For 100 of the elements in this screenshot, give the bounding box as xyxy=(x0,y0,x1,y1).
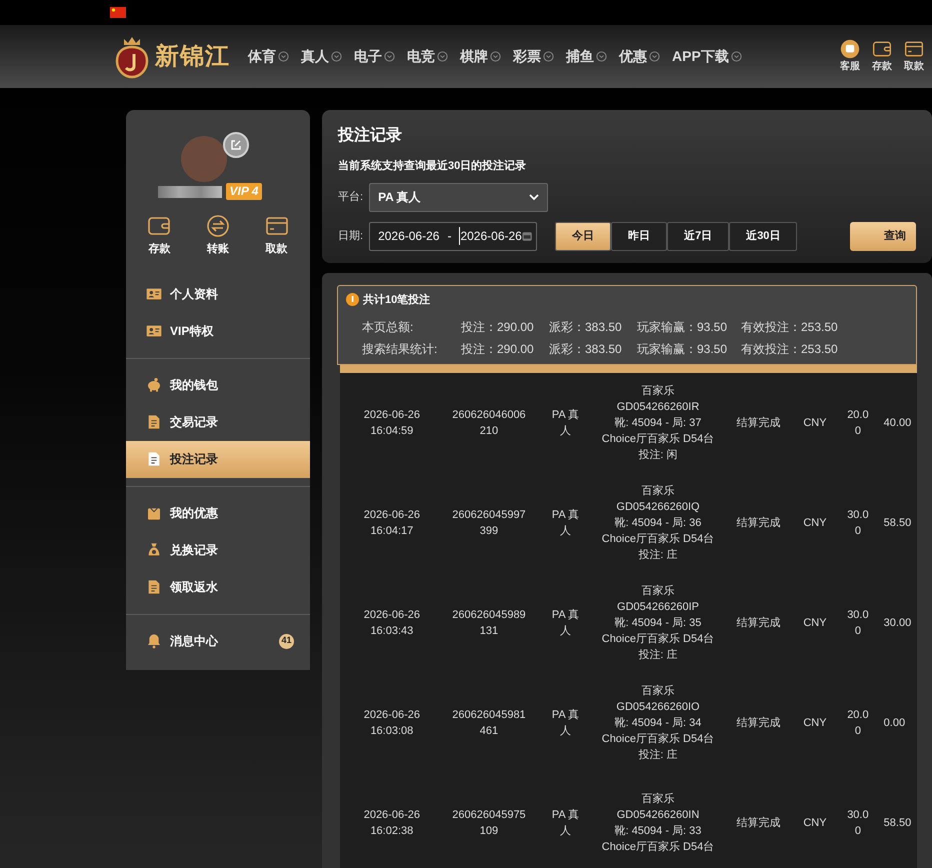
table-cell-text: 结算完成 xyxy=(736,716,782,731)
table-cell-text: 260626045997399 xyxy=(451,508,527,539)
table-cell-text: PA 真人 xyxy=(550,808,580,839)
sidebar-menu-item[interactable]: 领取返水 xyxy=(126,568,310,606)
chevron-down-icon xyxy=(331,51,342,62)
table-cell-text: 260626045981461 xyxy=(451,708,527,739)
sidebar-menu-item[interactable]: 投注记录 xyxy=(126,440,310,478)
table-cell-text: 百家乐 GD054266260IN 靴: 45094 - 局: 33 Choice厅百家乐 D54台 xyxy=(600,792,716,855)
header-action-button[interactable]: 取款 xyxy=(900,39,928,74)
chevron-down-icon xyxy=(529,193,540,201)
table-cell-text: 260626046006210 xyxy=(451,408,527,439)
table-cell-text: 58.50 xyxy=(884,516,912,531)
wallet-icon xyxy=(872,39,892,59)
table-cell-text: 2026-06-26 16:02:38 xyxy=(362,808,421,839)
table-cell-text: 2026-06-26 16:03:43 xyxy=(362,608,421,639)
header-action-button[interactable]: 存款 xyxy=(868,39,896,74)
table-cell-text: PA 真人 xyxy=(550,608,580,639)
table-cell-text: 260626045975109 xyxy=(451,808,527,839)
summary-value: 投注：290.00 xyxy=(461,319,535,336)
sidebar-menu-item[interactable]: 个人资料 xyxy=(126,276,310,312)
summary-value: 投注：290.00 xyxy=(461,341,535,358)
field-label: 日期: xyxy=(338,228,364,244)
summary-value: 玩家输赢：93.50 xyxy=(637,341,728,358)
nav-link[interactable]: 捕鱼 xyxy=(566,46,607,67)
table-cell-text: CNY xyxy=(802,816,828,831)
sidebar-menu-item[interactable]: 我的优惠 xyxy=(126,494,310,532)
sidebar-menu-item[interactable]: VIP特权 xyxy=(126,312,310,350)
date-range-tab[interactable]: 今日 xyxy=(555,222,612,250)
record-count: 共计10笔投注 xyxy=(363,292,430,308)
chevron-down-icon xyxy=(649,51,660,62)
piggy-bank-icon xyxy=(146,377,162,393)
blurred-username xyxy=(158,186,222,198)
bag-icon xyxy=(146,505,162,521)
date-range-tab[interactable]: 近7日 xyxy=(667,222,730,250)
summary-value: 有效投注：253.50 xyxy=(741,341,839,358)
table-cell-text: 58.50 xyxy=(884,816,912,831)
nav-link[interactable]: 彩票 xyxy=(513,46,554,67)
avatar xyxy=(181,136,227,182)
date-range-field[interactable]: 2026-06-26 - 2026-06-26 xyxy=(369,222,538,250)
document-icon xyxy=(146,451,162,467)
nav-link[interactable]: 真人 xyxy=(301,46,342,67)
quick-action-button[interactable]: 存款 xyxy=(137,214,182,258)
chat-icon xyxy=(840,39,860,59)
chevron-down-icon xyxy=(437,51,448,62)
table-cell-text: 30.00 xyxy=(846,508,870,539)
table-cell-text: 260626045989131 xyxy=(451,608,527,639)
table-cell-text: 30.00 xyxy=(884,616,912,631)
summary-value: 派彩：383.50 xyxy=(549,341,623,358)
sidebar-menu-item[interactable]: 我的钱包 xyxy=(126,366,310,404)
sidebar-menu-item[interactable]: 交易记录 xyxy=(126,404,310,440)
table-cell-text: CNY xyxy=(802,416,828,431)
notice-text: 当前系统支持查询最近30日的投注记录 xyxy=(338,158,528,174)
nav-link[interactable]: 体育 xyxy=(248,46,289,67)
document-icon xyxy=(146,414,162,430)
calendar-icon xyxy=(522,230,532,242)
table-cell-text: PA 真人 xyxy=(550,508,580,539)
id-card-icon xyxy=(146,286,162,302)
nav-link[interactable]: 优惠 xyxy=(619,46,660,67)
chevron-down-icon xyxy=(278,51,289,62)
table-cell-text: CNY xyxy=(802,616,828,631)
table-cell-text: PA 真人 xyxy=(550,408,580,439)
field-label: 平台: xyxy=(338,190,364,205)
summary-value: 派彩：383.50 xyxy=(549,319,623,336)
sidebar-menu-item[interactable]: 兑换记录 xyxy=(126,532,310,568)
nav-link[interactable]: 电竞 xyxy=(407,46,448,67)
logo-text: 新锦江 xyxy=(155,42,230,72)
header-action-button[interactable]: 客服 xyxy=(836,39,864,74)
count-badge: 41 xyxy=(279,634,294,648)
table-cell-text: 40.00 xyxy=(884,416,912,431)
sidebar-menu-item[interactable]: 消息中心 41 xyxy=(126,622,310,660)
table-cell-text: 20.00 xyxy=(846,708,870,739)
transfer-icon xyxy=(206,214,230,238)
money-bag-icon xyxy=(146,542,162,558)
query-button[interactable]: 查询 xyxy=(850,222,916,250)
summary-value: 玩家输赢：93.50 xyxy=(637,319,728,336)
quick-action-button[interactable]: 取款 xyxy=(254,214,299,258)
table-cell-text: 结算完成 xyxy=(736,416,782,431)
nav-link[interactable]: 电子 xyxy=(354,46,395,67)
summary-value: 有效投注：253.50 xyxy=(741,319,839,336)
date-range-tab[interactable]: 昨日 xyxy=(611,222,668,250)
table-cell-text: 20.00 xyxy=(846,408,870,439)
platform-select[interactable]: PA 真人 xyxy=(369,182,548,212)
table-cell-text: 2026-06-26 16:04:17 xyxy=(362,508,421,539)
date-range-tab[interactable]: 近30日 xyxy=(729,222,798,250)
table-cell-text: 0.00 xyxy=(884,716,906,731)
document-icon xyxy=(146,579,162,595)
quick-action-button[interactable]: 转账 xyxy=(196,214,240,258)
edit-icon[interactable] xyxy=(223,132,249,158)
chevron-down-icon xyxy=(596,51,607,62)
table-cell-text: 结算完成 xyxy=(736,616,782,631)
table-cell-text: 2026-06-26 16:03:08 xyxy=(362,708,421,739)
nav-link[interactable]: 棋牌 xyxy=(460,46,501,67)
table-cell-text: 30.00 xyxy=(846,808,870,839)
flag-icon[interactable] xyxy=(110,7,126,18)
nav-link[interactable]: APP下载 xyxy=(672,46,742,67)
table-cell-text: 结算完成 xyxy=(736,516,782,531)
card-icon xyxy=(264,214,289,238)
table-cell-text: 结算完成 xyxy=(736,816,782,831)
table-cell-text: 百家乐 GD054266260IP 靴: 45094 - 局: 35 Choice厅百家乐 D54台 投注: 庄 xyxy=(600,584,716,663)
table-cell-text: 百家乐 GD054266260IR 靴: 45094 - 局: 37 Choice厅百家乐 D54台 投注: 闲 xyxy=(600,384,716,463)
